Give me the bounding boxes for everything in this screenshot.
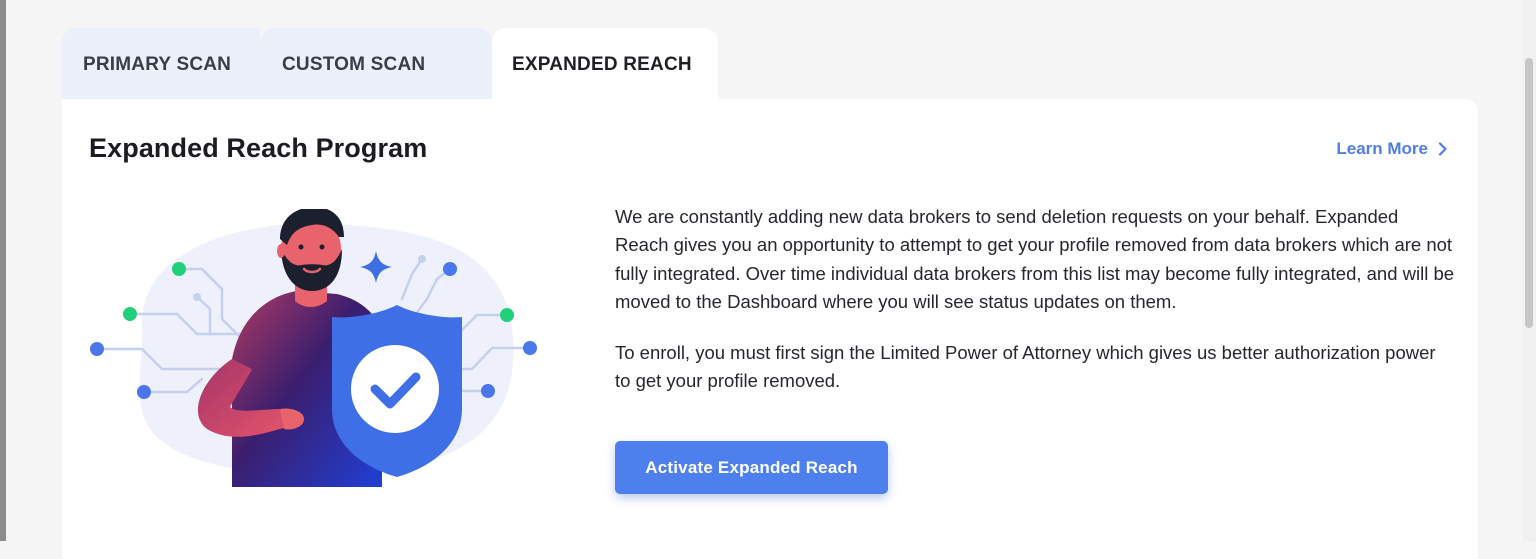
page-title: Expanded Reach Program bbox=[89, 133, 428, 163]
activate-expanded-reach-button[interactable]: Activate Expanded Reach bbox=[615, 441, 888, 494]
chevron-right-icon bbox=[1438, 142, 1447, 156]
description-paragraph-1: We are constantly adding new data broker… bbox=[615, 206, 1455, 313]
scrollbar-thumb[interactable] bbox=[1525, 58, 1533, 328]
expanded-reach-card: Expanded Reach Program Learn More We are… bbox=[62, 99, 1478, 559]
description-paragraph-2: To enroll, you must first sign the Limit… bbox=[615, 341, 1436, 392]
program-description: We are constantly adding new data broker… bbox=[615, 203, 1455, 395]
learn-more-link[interactable]: Learn More bbox=[1336, 139, 1448, 159]
tab-expanded-reach[interactable]: EXPANDED REACH bbox=[492, 28, 718, 100]
window-left-edge bbox=[0, 0, 6, 541]
tab-primary-scan[interactable]: PRIMARY SCAN bbox=[62, 28, 260, 100]
shield-check-icon bbox=[332, 305, 462, 477]
person-shield-illustration bbox=[90, 209, 537, 487]
learn-more-label: Learn More bbox=[1336, 139, 1428, 158]
tab-custom-scan[interactable]: CUSTOM SCAN bbox=[260, 28, 492, 100]
scrollbar[interactable] bbox=[1522, 0, 1536, 541]
